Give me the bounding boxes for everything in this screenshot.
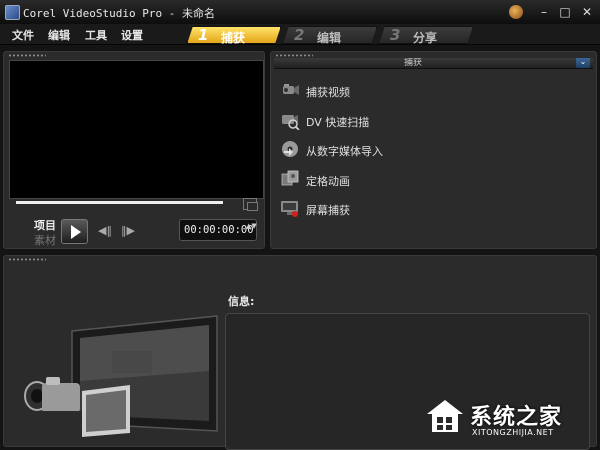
panel-grip[interactable] <box>8 54 46 57</box>
dv-quick-scan-label: DV 快速扫描 <box>306 116 370 129</box>
next-frame-button[interactable]: ‖▶ <box>121 224 135 238</box>
step-number: 2 <box>294 26 305 44</box>
dv-scan-icon <box>282 115 300 130</box>
close-button[interactable]: ✕ <box>578 4 596 20</box>
tab-capture[interactable]: 1 捕获 <box>187 26 281 44</box>
stop-motion-icon <box>281 170 299 186</box>
preview-screen <box>9 60 264 199</box>
watermark-url: XITONGZHIJIA.NET <box>472 428 554 437</box>
options-header-label: 捕获 <box>404 58 423 68</box>
preview-panel: 项目 素材 ◀‖ ‖▶ 00:00:00:00 ▲▼ <box>3 51 265 249</box>
menu-file[interactable]: 文件 <box>12 27 34 43</box>
menu-bar: 文件 编辑 工具 设置 1 捕获 2 编辑 3 分享 <box>0 24 600 45</box>
stop-motion-button[interactable]: 定格动画 <box>280 169 480 191</box>
help-icon[interactable] <box>509 5 523 19</box>
capture-options-panel: 捕获 ⌄ 捕获视频 DV 快速扫描 从数字媒体导入 定格动画 屏幕捕获 <box>270 51 597 249</box>
collapse-button[interactable]: ⌄ <box>576 58 590 68</box>
scrub-bar[interactable] <box>16 201 223 204</box>
house-logo-icon <box>427 400 463 432</box>
devices-illustration <box>24 315 218 446</box>
menu-tools[interactable]: 工具 <box>85 27 107 43</box>
tab-share[interactable]: 3 分享 <box>379 26 473 44</box>
info-label: 信息: <box>228 295 255 308</box>
menu-settings[interactable]: 设置 <box>121 27 143 43</box>
timecode-field[interactable]: 00:00:00:00 ▲▼ <box>179 219 257 241</box>
title-bar: Corel VideoStudio Pro - 未命名 – □ ✕ <box>0 0 600 25</box>
dv-quick-scan-button[interactable]: DV 快速扫描 <box>280 110 480 132</box>
screen-capture-icon <box>281 201 298 217</box>
import-digital-media-label: 从数字媒体导入 <box>306 145 383 158</box>
step-label: 编辑 <box>317 31 342 45</box>
panel-grip[interactable] <box>275 54 313 57</box>
panel-grip[interactable] <box>8 258 46 261</box>
mode-clip-label[interactable]: 素材 <box>34 232 56 248</box>
options-header: 捕获 ⌄ <box>274 58 593 69</box>
mode-project-label[interactable]: 项目 <box>34 217 56 233</box>
copy-icon[interactable] <box>243 198 258 211</box>
import-digital-media-button[interactable]: 从数字媒体导入 <box>280 139 480 161</box>
screen-capture-button[interactable]: 屏幕捕获 <box>280 198 480 220</box>
window-title: Corel VideoStudio Pro - 未命名 <box>23 7 215 20</box>
menu-edit[interactable]: 编辑 <box>48 27 70 43</box>
video-camera-icon <box>283 84 299 95</box>
maximize-button[interactable]: □ <box>556 4 574 20</box>
stop-motion-label: 定格动画 <box>306 175 350 188</box>
app-icon <box>5 5 20 20</box>
watermark: 系统之家 XITONGZHIJIA.NET <box>425 396 597 444</box>
watermark-title: 系统之家 <box>470 405 563 430</box>
screen-capture-label: 屏幕捕获 <box>306 204 350 217</box>
step-label: 捕获 <box>221 31 246 45</box>
play-button[interactable] <box>61 219 88 244</box>
tab-edit[interactable]: 2 编辑 <box>283 26 377 44</box>
step-number: 3 <box>390 26 401 44</box>
step-label: 分享 <box>413 31 438 45</box>
capture-video-label: 捕获视频 <box>306 86 350 99</box>
minimize-button[interactable]: – <box>535 4 553 20</box>
disc-import-icon <box>282 141 298 157</box>
capture-video-button[interactable]: 捕获视频 <box>280 80 480 102</box>
prev-frame-button[interactable]: ◀‖ <box>98 224 112 238</box>
timecode-value: 00:00:00:00 <box>184 224 254 236</box>
timecode-spinner[interactable]: ▲▼ <box>246 222 257 238</box>
step-number: 1 <box>198 26 209 44</box>
